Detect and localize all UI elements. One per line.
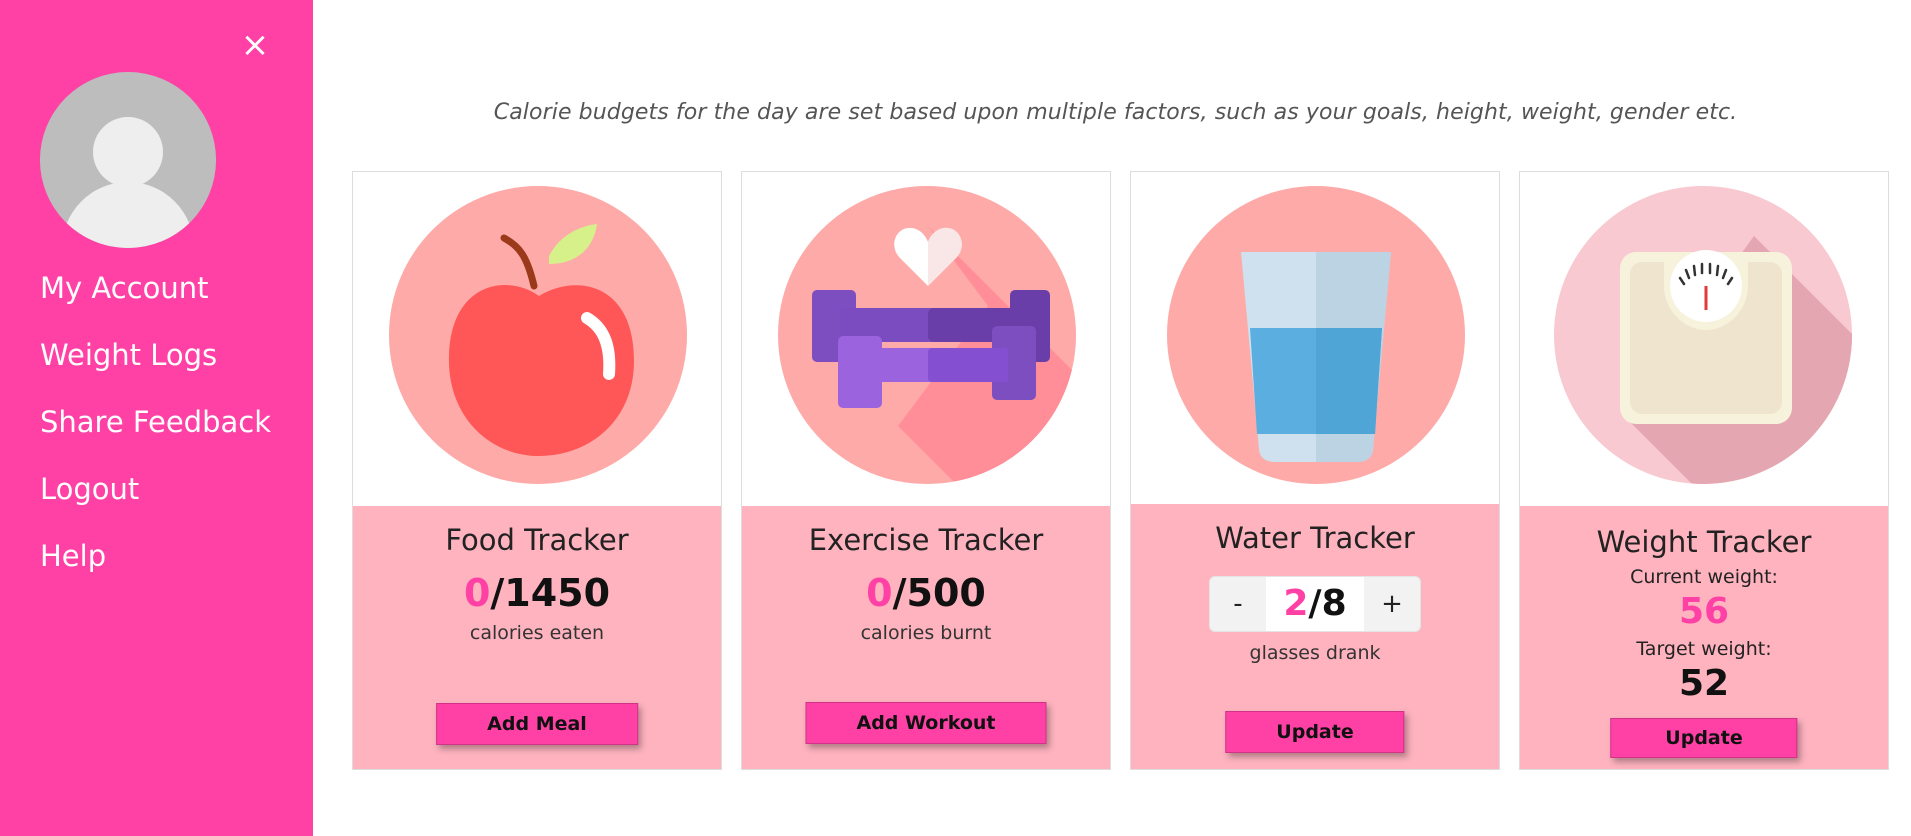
water-stepper: - 2/8 + <box>1209 576 1421 632</box>
card-title: Exercise Tracker <box>808 523 1044 557</box>
sidebar-item-help[interactable]: Help <box>40 530 271 597</box>
food-tracker-body: Food Tracker 0/1450 calories eaten Add M… <box>353 506 721 769</box>
counter-caption: glasses drank <box>1249 642 1381 664</box>
add-meal-button[interactable]: Add Meal <box>436 703 638 745</box>
intro-text: Calorie budgets for the day are set base… <box>493 100 1738 125</box>
exercise-tracker-card: Exercise Tracker 0/500 calories burnt Ad… <box>741 171 1111 770</box>
counter-caption: calories eaten <box>469 622 605 644</box>
sidebar-item-share-feedback[interactable]: Share Feedback <box>40 396 271 463</box>
apple-icon <box>389 186 687 484</box>
card-title: Water Tracker <box>1215 521 1415 555</box>
current-weight-label: Current weight: <box>1630 566 1778 588</box>
water-image <box>1131 172 1499 504</box>
card-title: Weight Tracker <box>1596 525 1812 559</box>
weight-tracker-card: Weight Tracker Current weight: 56 Target… <box>1519 171 1889 770</box>
weight-tracker-body: Weight Tracker Current weight: 56 Target… <box>1520 506 1888 769</box>
close-icon[interactable]: × <box>238 28 272 62</box>
exercise-tracker-body: Exercise Tracker 0/500 calories burnt Ad… <box>742 506 1110 769</box>
user-icon <box>40 72 216 248</box>
target-weight-value: 52 <box>1678 663 1730 704</box>
add-workout-button[interactable]: Add Workout <box>805 702 1047 744</box>
sidebar-item-my-account[interactable]: My Account <box>40 262 271 329</box>
increment-button[interactable]: + <box>1364 577 1420 631</box>
glasses-counter: 2/8 <box>1266 577 1364 631</box>
update-water-button[interactable]: Update <box>1225 711 1405 753</box>
weight-image <box>1520 172 1888 506</box>
water-tracker-card: Water Tracker - 2/8 + glasses drank Upda… <box>1130 171 1500 770</box>
update-weight-button[interactable]: Update <box>1610 718 1798 758</box>
card-title: Food Tracker <box>445 523 629 557</box>
decrement-button[interactable]: - <box>1210 577 1266 631</box>
water-glass-icon <box>1167 186 1465 484</box>
water-tracker-body: Water Tracker - 2/8 + glasses drank Upda… <box>1131 504 1499 769</box>
scale-icon <box>1554 186 1852 484</box>
exercise-image <box>742 172 1110 506</box>
dumbbell-icon <box>778 186 1076 484</box>
sidebar-item-weight-logs[interactable]: Weight Logs <box>40 329 271 396</box>
food-image <box>353 172 721 506</box>
avatar <box>40 72 216 248</box>
counter-caption: calories burnt <box>860 622 992 644</box>
target-weight-label: Target weight: <box>1636 638 1772 660</box>
sidebar-item-logout[interactable]: Logout <box>40 463 271 530</box>
calories-burnt-counter: 0/500 <box>866 571 986 615</box>
sidebar-nav: My Account Weight Logs Share Feedback Lo… <box>40 262 271 597</box>
current-weight-value: 56 <box>1678 591 1730 632</box>
sidebar: × My Account Weight Logs Share Feedback … <box>0 0 313 836</box>
food-tracker-card: Food Tracker 0/1450 calories eaten Add M… <box>352 171 722 770</box>
calories-eaten-counter: 0/1450 <box>463 571 611 615</box>
